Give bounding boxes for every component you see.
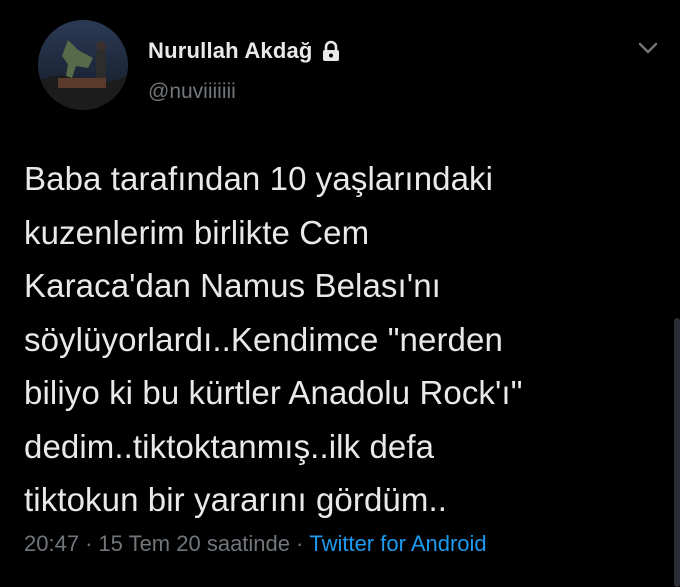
display-name[interactable]: Nurullah Akdağ [148, 38, 313, 64]
user-handle[interactable]: @nuviiiiiii [148, 80, 236, 104]
tweet-time[interactable]: 20:47 [24, 531, 79, 557]
scrollbar[interactable] [674, 318, 680, 587]
meta-separator: · [85, 531, 93, 556]
chevron-down-icon[interactable] [636, 38, 660, 58]
tweet-text: Baba tarafından 10 yaşlarındaki kuzenler… [24, 160, 523, 518]
avatar[interactable] [38, 20, 128, 110]
avatar-image [38, 20, 128, 110]
tweet-date[interactable]: 15 Tem 20 saatinde [98, 531, 290, 557]
tweet-meta: 20:47 · 15 Tem 20 saatinde · Twitter for… [24, 531, 487, 557]
tweet: Nurullah Akdağ @nuviiiiiii Baba tarafınd… [0, 0, 680, 587]
meta-separator: · [296, 531, 304, 556]
name-row: Nurullah Akdağ [148, 36, 341, 66]
lock-icon [321, 40, 341, 62]
tweet-source-link[interactable]: Twitter for Android [309, 531, 486, 557]
